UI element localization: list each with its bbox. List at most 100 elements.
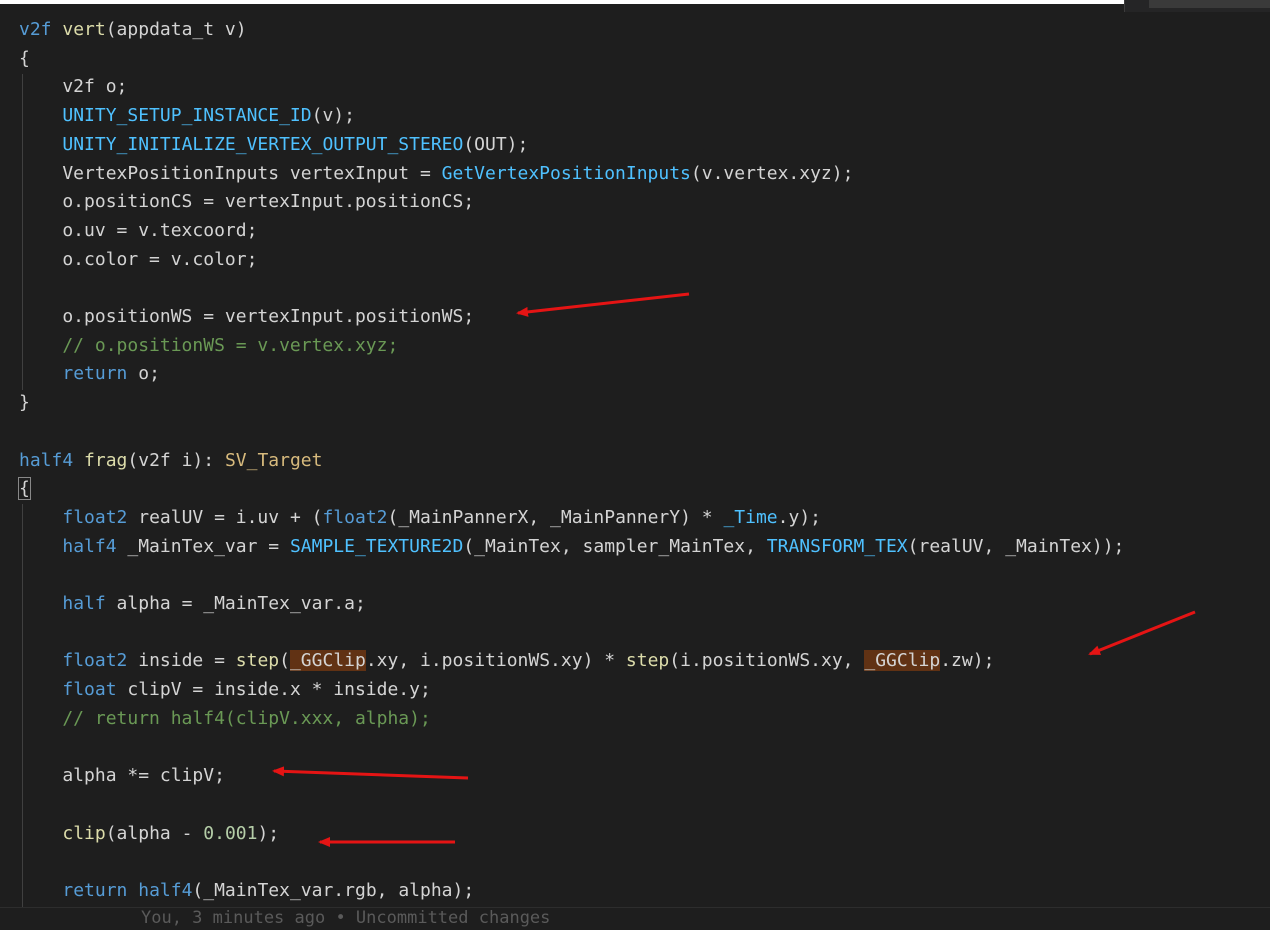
line-setup-instance[interactable]: UNITY_SETUP_INSTANCE_ID(v);: [19, 102, 355, 130]
code-token: // return half4(clipV.xxx, alpha);: [19, 707, 431, 729]
line-maintex-var[interactable]: half4 _MainTex_var = SAMPLE_TEXTURE2D(_M…: [19, 533, 1124, 561]
line-brace-open-vert[interactable]: {: [19, 45, 30, 73]
code-token: .xy, i.positionWS.xy) *: [365, 650, 626, 672]
line-vert-signature[interactable]: v2f vert(appdata_t v): [19, 16, 247, 44]
code-token: UNITY_SETUP_INSTANCE_ID: [62, 105, 312, 127]
top-strip: [0, 0, 1276, 4]
code-token: half4: [19, 449, 85, 471]
arrow-alpha-mul: [272, 766, 469, 780]
code-token: {: [18, 477, 31, 501]
code-token: _GGClip: [864, 650, 941, 672]
line-inside[interactable]: float2 inside = step(_GGClip.xy, i.posit…: [19, 647, 994, 675]
line-return-half4[interactable]: return half4(_MainTex_var.rgb, alpha);: [19, 877, 474, 905]
code-token: );: [257, 822, 280, 844]
code-token: half: [62, 593, 106, 614]
arrow-position-ws: [516, 292, 690, 317]
code-token: float2: [322, 506, 388, 528]
line-position-cs[interactable]: o.positionCS = vertexInput.positionCS;: [19, 188, 474, 216]
code-token: o.color = v.color;: [19, 248, 258, 270]
line-real-uv[interactable]: float2 realUV = i.uv + (float2(_MainPann…: [19, 504, 821, 532]
code-editor[interactable]: v2f vert(appdata_t v) { v2f o; UNITY_SETU…: [0, 0, 1276, 930]
code-token: (v);: [311, 105, 355, 127]
code-token: (v.vertex.xyz);: [690, 162, 854, 184]
line-alpha-mul[interactable]: alpha *= clipV;: [19, 762, 225, 790]
code-token: (i.positionWS.xy,: [669, 650, 865, 672]
line-color[interactable]: o.color = v.color;: [19, 246, 257, 274]
code-token: SAMPLE_TEXTURE2D: [289, 535, 464, 557]
code-token: (alpha -: [105, 822, 204, 844]
code-token: (appdata_t v): [105, 19, 247, 40]
code-token: v2f o;: [19, 76, 128, 98]
minimap-slider[interactable]: [1124, 0, 1276, 12]
code-token: step: [625, 650, 670, 672]
line-comment-return[interactable]: // return half4(clipV.xxx, alpha);: [19, 705, 431, 733]
code-token: inside =: [127, 650, 236, 672]
code-token: (_MainPannerX, _MainPannerY) *: [387, 506, 724, 528]
code-token: clipV = inside.x * inside.y;: [116, 679, 431, 701]
line-comment-ws[interactable]: // o.positionWS = v.vertex.xyz;: [19, 332, 398, 360]
code-token: _Time: [723, 506, 778, 528]
code-token: float2: [62, 506, 128, 528]
code-token: SV_Target: [224, 449, 323, 471]
code-token: return: [62, 880, 128, 901]
code-token: return: [62, 363, 128, 385]
code-token: (_MainTex, sampler_MainTex,: [463, 535, 767, 557]
code-token: _GGClip: [289, 650, 366, 672]
line-position-ws[interactable]: o.positionWS = vertexInput.positionWS;: [19, 303, 474, 331]
code-token: {: [19, 47, 30, 69]
code-token: .zw);: [940, 650, 995, 672]
git-blame-annotation: You, 3 minutes ago • Uncommitted changes: [141, 908, 551, 928]
line-uv[interactable]: o.uv = v.texcoord;: [19, 217, 257, 245]
code-token: .y);: [777, 506, 821, 528]
arrow-inside-step: [1088, 610, 1196, 656]
line-brace-open-frag[interactable]: {: [18, 475, 31, 503]
code-token: (OUT);: [463, 133, 529, 155]
code-token: o.positionWS = vertexInput.positionWS;: [19, 306, 475, 327]
code-token: o.uv = v.texcoord;: [19, 219, 258, 241]
line-frag-signature[interactable]: half4 frag(v2f i): SV_Target: [19, 447, 322, 475]
code-token: v2f: [19, 19, 63, 40]
line-v2f-o[interactable]: v2f o;: [19, 73, 127, 101]
minimap-thumb[interactable]: [1149, 0, 1276, 8]
line-half-alpha[interactable]: half alpha = _MainTex_var.a;: [19, 590, 366, 618]
line-clipv[interactable]: float clipV = inside.x * inside.y;: [19, 676, 431, 704]
code-token: UNITY_INITIALIZE_VERTEX_OUTPUT_STEREO: [62, 133, 464, 155]
code-token: // o.positionWS = v.vertex.xyz;: [19, 334, 399, 356]
line-clip-call[interactable]: clip(alpha - 0.001);: [19, 820, 279, 848]
code-token: frag: [84, 449, 128, 471]
code-token: step: [235, 650, 280, 672]
code-token: o;: [127, 363, 160, 385]
line-vertex-input[interactable]: VertexPositionInputs vertexInput = GetVe…: [19, 160, 853, 188]
code-token: float2: [62, 650, 128, 672]
line-return-o[interactable]: return o;: [19, 360, 160, 388]
code-token: }: [19, 392, 30, 414]
code-token: vert: [62, 19, 106, 40]
code-token: (_MainTex_var.rgb, alpha);: [192, 880, 475, 901]
code-token: alpha = _MainTex_var.a;: [105, 593, 366, 614]
vertical-scrollbar[interactable]: [1270, 0, 1276, 930]
code-token: half4: [62, 535, 117, 557]
code-token: half4: [138, 880, 193, 901]
code-token: (realUV, _MainTex));: [907, 535, 1125, 557]
code-token: realUV = i.uv + (: [127, 506, 323, 528]
code-token: _MainTex_var =: [116, 535, 290, 557]
code-token: alpha *= clipV;: [19, 765, 225, 787]
code-token: GetVertexPositionInputs: [441, 162, 691, 184]
line-brace-close-vert[interactable]: }: [19, 389, 30, 417]
code-token: (: [279, 650, 290, 672]
code-token: clip: [62, 822, 106, 844]
line-init-stereo[interactable]: UNITY_INITIALIZE_VERTEX_OUTPUT_STEREO(OU…: [19, 131, 528, 159]
code-token: (v2f i):: [127, 449, 225, 471]
code-token: VertexPositionInputs vertexInput =: [19, 162, 442, 184]
code-token: o.positionCS = vertexInput.positionCS;: [19, 191, 475, 213]
